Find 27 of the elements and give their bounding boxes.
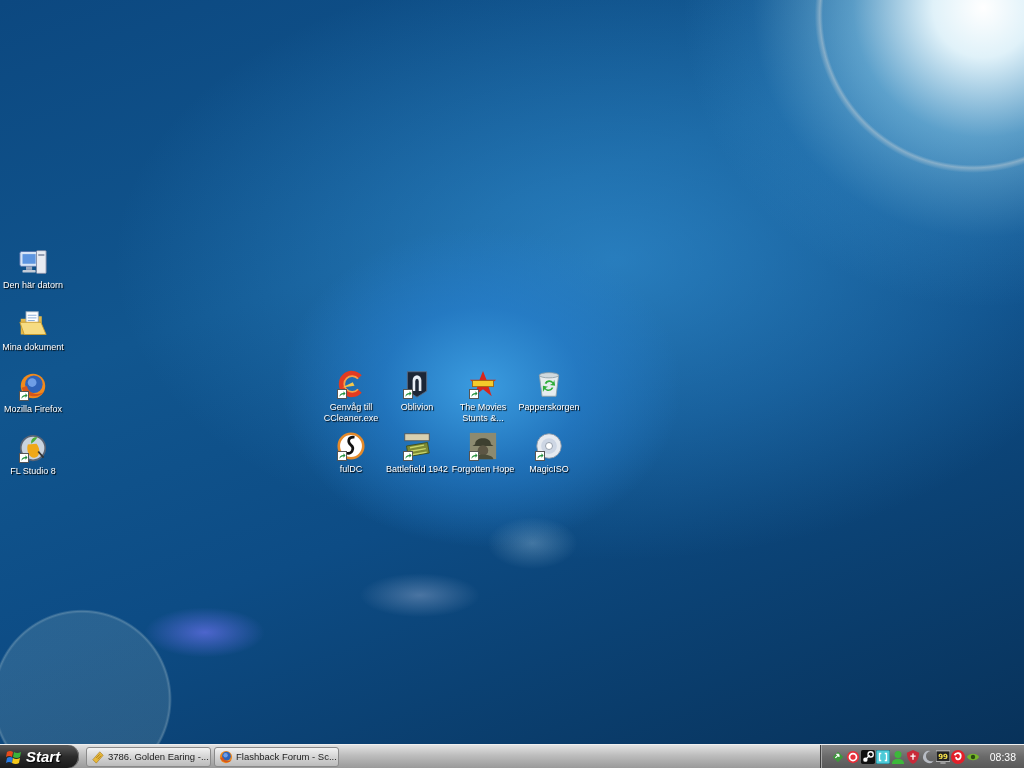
icon-label[interactable]: FL Studio 8 (10, 466, 56, 477)
icon-label[interactable]: Mozilla Firefox (4, 404, 62, 415)
icon-label[interactable]: Oblivion (400, 402, 434, 413)
shield-icon[interactable] (905, 749, 920, 764)
icon-label[interactable]: Papperskorgen (518, 402, 580, 413)
computer-icon[interactable] (19, 248, 47, 276)
icon-label[interactable]: Mina dokument (2, 342, 64, 353)
folder-icon[interactable] (19, 310, 47, 338)
flag-icon (6, 748, 22, 765)
icon-label[interactable]: Genvåg till CCleaner.exe (318, 402, 384, 424)
taskbar-button[interactable]: 3786. Golden Earing -... (86, 746, 211, 767)
icon-label[interactable]: Battlefield 1942 (385, 464, 448, 475)
bracket-icon[interactable] (875, 749, 890, 764)
arrow-icon[interactable] (830, 749, 845, 764)
icon-label[interactable]: fulDC (339, 464, 363, 475)
icon-label[interactable]: MagicISO (529, 464, 569, 475)
icon-label[interactable]: The Movies Stunts &... (450, 402, 516, 424)
taskbar-button[interactable]: Flashback Forum - Sc... (214, 746, 339, 767)
start-button[interactable]: Start (0, 745, 79, 768)
icon-label[interactable]: Forgotten Hope (451, 464, 515, 475)
icon-label[interactable]: Den här datorn (2, 280, 63, 291)
crescent-icon[interactable] (920, 749, 935, 764)
globe-icon (219, 749, 233, 764)
link-icon[interactable] (860, 749, 875, 764)
ticket-icon (91, 749, 105, 764)
clock[interactable]: 08:38 (989, 750, 1016, 763)
lifebuoy-icon[interactable] (845, 749, 860, 764)
